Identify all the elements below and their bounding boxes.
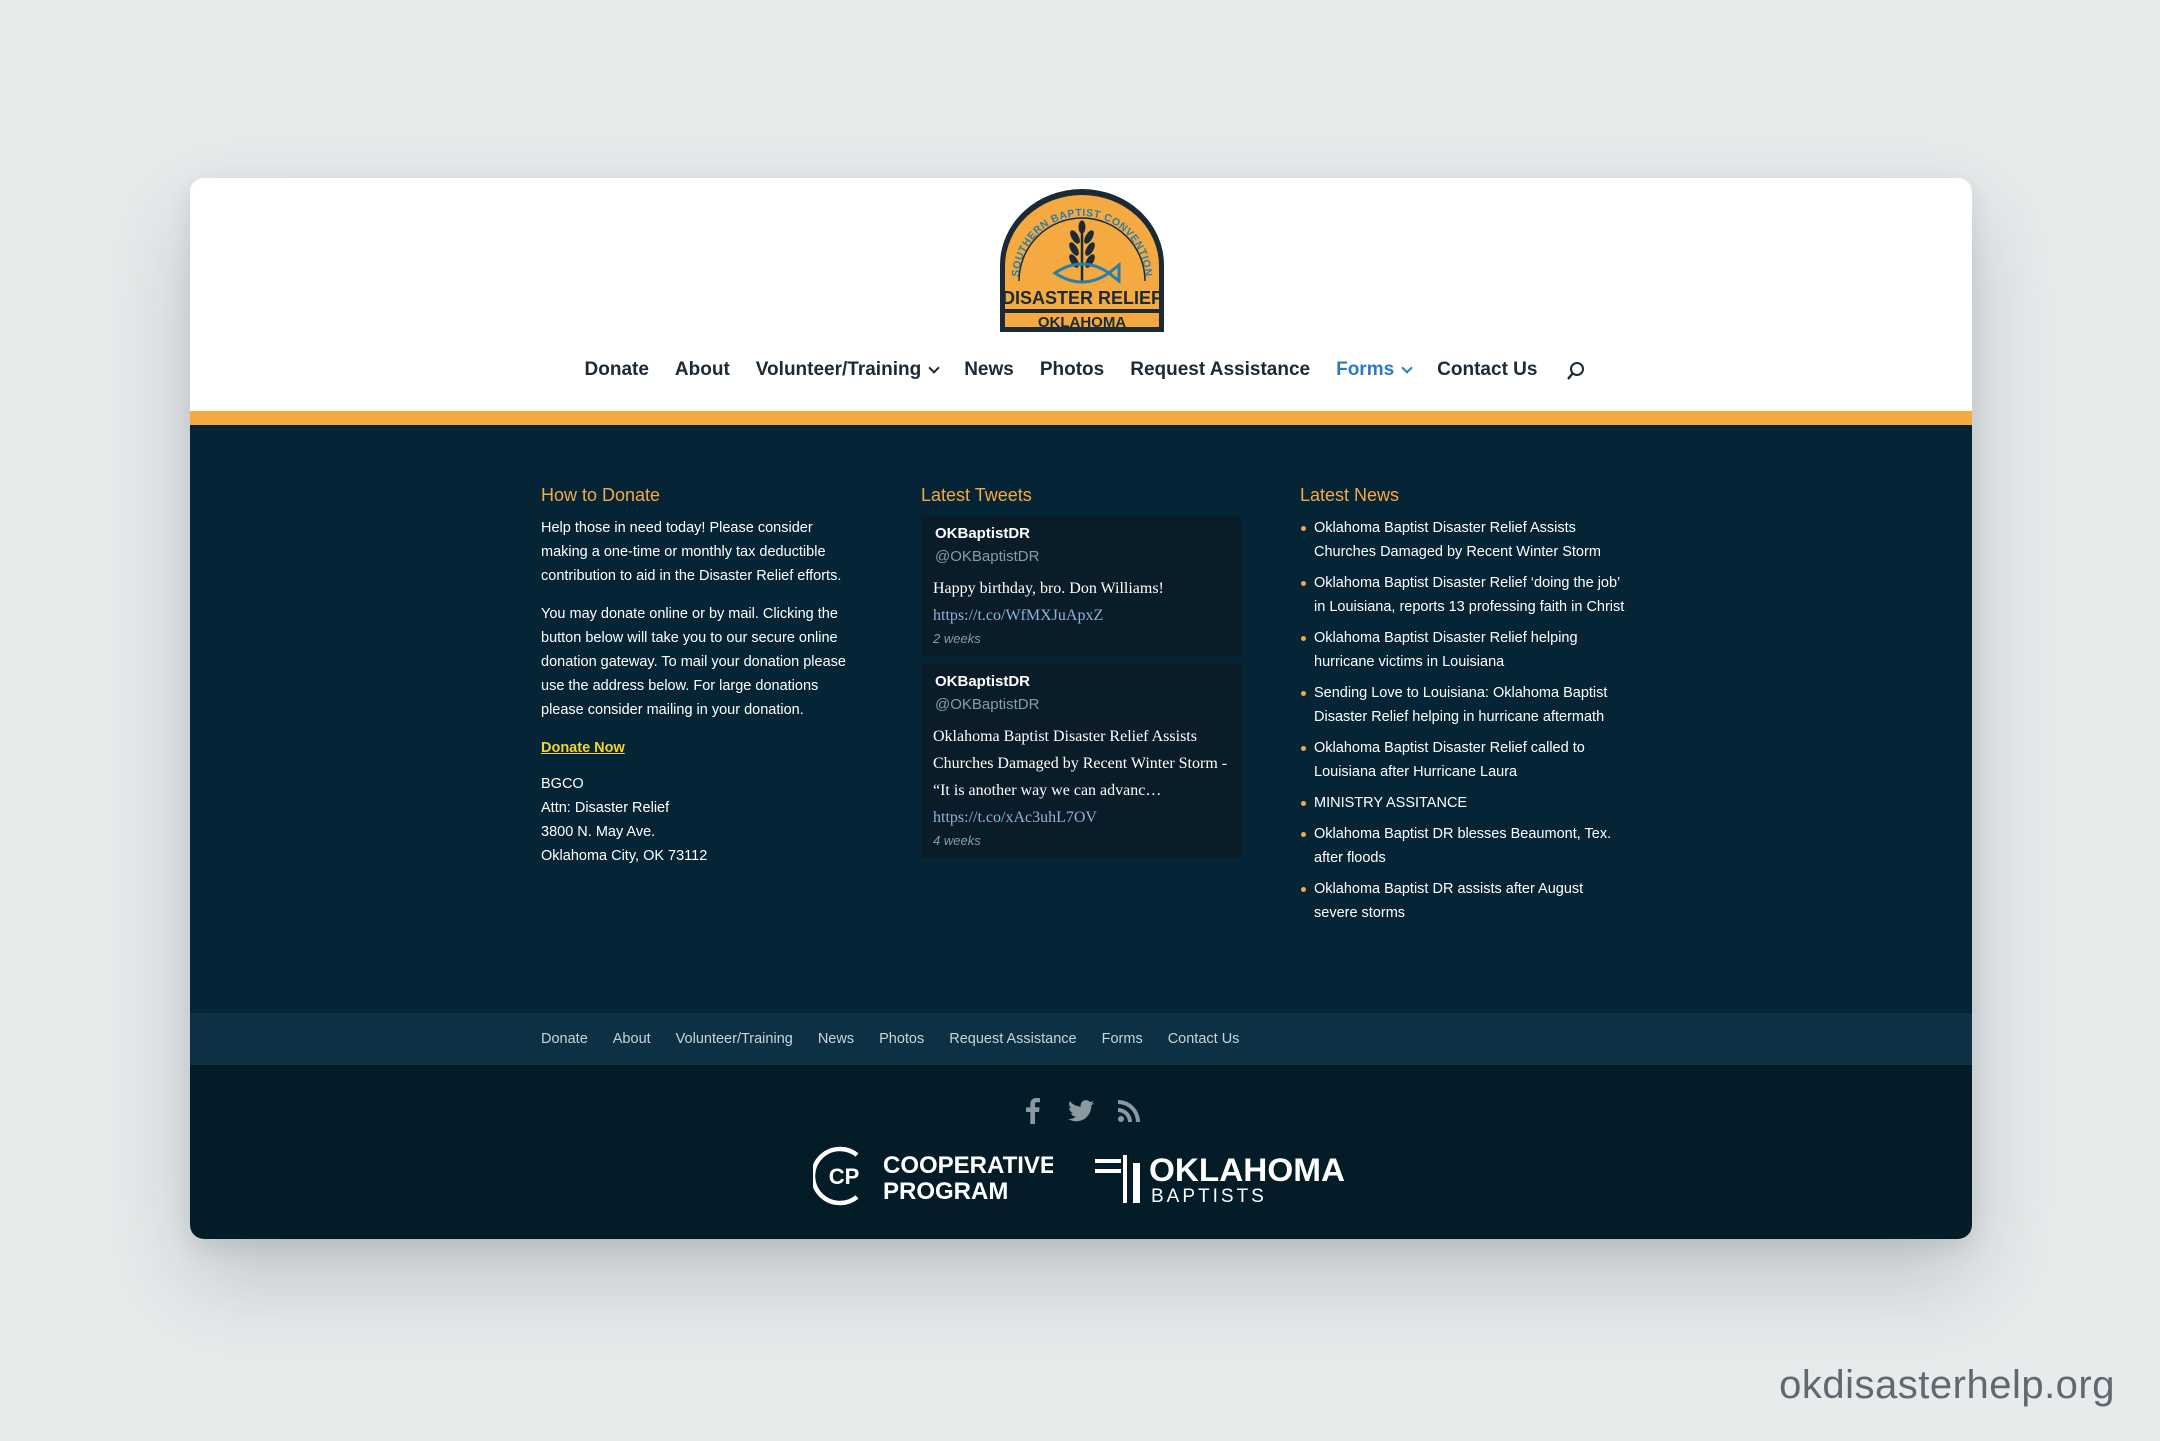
logo-sub-text: OKLAHOMA [1038, 314, 1126, 331]
nav-photos[interactable]: Photos [1027, 359, 1117, 381]
main-nav: Donate About Volunteer/Training News Pho… [190, 350, 1972, 390]
donate-para1: Help those in need today! Please conside… [541, 520, 842, 584]
chevron-down-icon [1401, 362, 1413, 374]
site-header: SOUTHERN BAPTIST CONVENTION DISASTER REL… [190, 178, 1972, 411]
news-item[interactable]: Oklahoma Baptist DR blesses Beaumont, Te… [1300, 822, 1630, 870]
tweets-title: Latest Tweets [921, 485, 1032, 505]
svg-text:BAPTISTS: BAPTISTS [1151, 1186, 1267, 1207]
tweet-author-name[interactable]: OKBaptistDR [935, 673, 1229, 690]
svg-text:PROGRAM: PROGRAM [883, 1178, 1008, 1205]
social-links [190, 1097, 1972, 1125]
news-title: Latest News [1300, 485, 1400, 505]
nav-request-assistance[interactable]: Request Assistance [1117, 359, 1323, 381]
tweets-widget: Latest Tweets OKBaptistDR @OKBaptistDR H… [921, 485, 1251, 866]
svg-text:CP: CP [829, 1164, 860, 1189]
website-card: SOUTHERN BAPTIST CONVENTION DISASTER REL… [190, 178, 1972, 1239]
donate-title: How to Donate [541, 485, 661, 505]
tweet-author-name[interactable]: OKBaptistDR [935, 525, 1229, 542]
svg-text:COOPERATIVE: COOPERATIVE [883, 1152, 1053, 1179]
svg-text:OKLAHOMA: OKLAHOMA [1149, 1152, 1345, 1188]
footer-nav-request-assistance[interactable]: Request Assistance [949, 1031, 1076, 1047]
tweet-card: OKBaptistDR @OKBaptistDR Oklahoma Baptis… [921, 664, 1241, 858]
news-item[interactable]: Oklahoma Baptist DR assists after August… [1300, 877, 1630, 925]
footer-nav-contact-us[interactable]: Contact Us [1168, 1031, 1240, 1047]
mailing-address: BGCO Attn: Disaster Relief 3800 N. May A… [541, 776, 708, 864]
news-item[interactable]: MINISTRY ASSITANCE [1300, 791, 1630, 815]
tweet-author-handle[interactable]: @OKBaptistDR [935, 696, 1229, 713]
tweet-link[interactable]: https://t.co/WfMXJuApxZ [933, 602, 1229, 629]
facebook-icon[interactable] [1019, 1097, 1047, 1125]
tweet-card: OKBaptistDR @OKBaptistDR Happy birthday,… [921, 516, 1241, 656]
tweet-author-handle[interactable]: @OKBaptistDR [935, 548, 1229, 565]
news-item[interactable]: Oklahoma Baptist Disaster Relief ‘doing … [1300, 571, 1630, 619]
nav-volunteer-training[interactable]: Volunteer/Training [743, 359, 951, 381]
footer-nav-forms[interactable]: Forms [1102, 1031, 1143, 1047]
news-list: Oklahoma Baptist Disaster Relief Assists… [1300, 516, 1630, 925]
footer-widgets: How to Donate Help those in need today! … [190, 425, 1972, 1013]
nav-news[interactable]: News [951, 359, 1027, 381]
nav-donate[interactable]: Donate [572, 359, 662, 381]
news-item[interactable]: Oklahoma Baptist Disaster Relief helping… [1300, 626, 1630, 674]
tweet-text: Oklahoma Baptist Disaster Relief Assists… [933, 728, 1228, 799]
news-item[interactable]: Oklahoma Baptist Disaster Relief Assists… [1300, 516, 1630, 564]
footer-nav-donate[interactable]: Donate [541, 1031, 588, 1047]
nav-forms[interactable]: Forms [1323, 359, 1424, 381]
accent-stripe [190, 411, 1972, 425]
news-widget: Latest News Oklahoma Baptist Disaster Re… [1300, 485, 1630, 932]
rss-icon[interactable] [1115, 1097, 1143, 1125]
tweet-time[interactable]: 4 weeks [933, 833, 1229, 848]
footer-nav-about[interactable]: About [613, 1031, 651, 1047]
donate-now-link[interactable]: Donate Now [541, 740, 625, 756]
footer-nav-volunteer-training[interactable]: Volunteer/Training [676, 1031, 793, 1047]
oklahoma-baptists-logo[interactable]: OKLAHOMA BAPTISTS [1095, 1145, 1347, 1207]
nav-contact-us[interactable]: Contact Us [1424, 359, 1550, 381]
donate-para2: You may donate online or by mail. Clicki… [541, 606, 846, 718]
donate-widget: How to Donate Help those in need today! … [541, 485, 859, 882]
site-url-watermark: okdisasterhelp.org [1779, 1363, 2115, 1407]
footer-nav-news[interactable]: News [818, 1031, 854, 1047]
footer-bottom: CP COOPERATIVE PROGRAM OKLAHOMA BAPTISTS [190, 1065, 1972, 1239]
cooperative-program-logo[interactable]: CP COOPERATIVE PROGRAM [813, 1145, 1053, 1207]
tweet-link[interactable]: https://t.co/xAc3uhL7OV [933, 804, 1229, 831]
logo-main-text: DISASTER RELIEF [1002, 288, 1162, 308]
nav-about[interactable]: About [662, 359, 743, 381]
disaster-relief-logo[interactable]: SOUTHERN BAPTIST CONVENTION DISASTER REL… [997, 187, 1167, 335]
footer-nav: Donate About Volunteer/Training News Pho… [190, 1013, 1972, 1065]
footer-nav-photos[interactable]: Photos [879, 1031, 924, 1047]
news-item[interactable]: Sending Love to Louisiana: Oklahoma Bapt… [1300, 681, 1630, 729]
tweet-text: Happy birthday, bro. Don Williams! [933, 580, 1164, 597]
twitter-icon[interactable] [1067, 1097, 1095, 1125]
tweet-time[interactable]: 2 weeks [933, 631, 1229, 646]
search-icon[interactable] [1564, 357, 1590, 383]
news-item[interactable]: Oklahoma Baptist Disaster Relief called … [1300, 736, 1630, 784]
chevron-down-icon [928, 362, 940, 374]
partner-logos: CP COOPERATIVE PROGRAM OKLAHOMA BAPTISTS [813, 1145, 1347, 1207]
